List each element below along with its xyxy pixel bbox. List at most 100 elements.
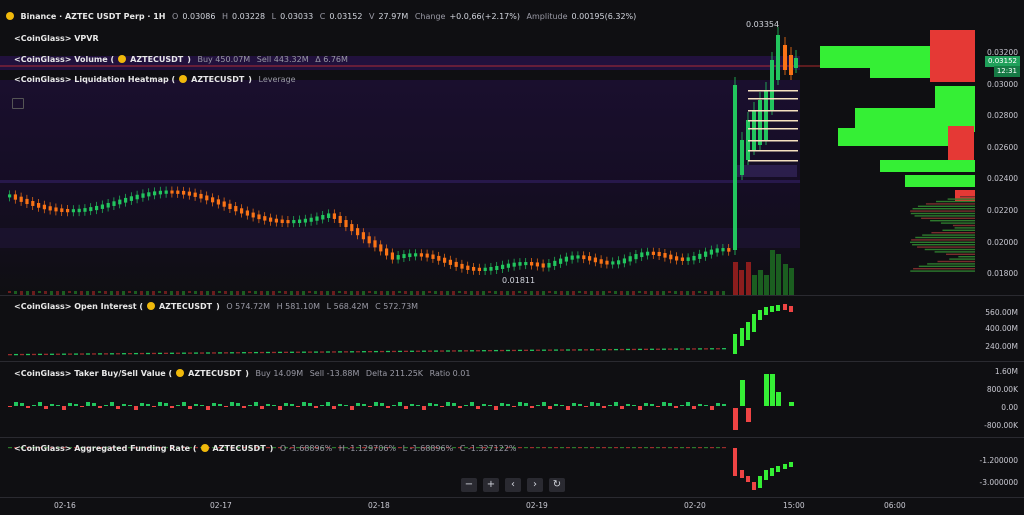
- taker-bar: [572, 403, 576, 406]
- candle: [356, 228, 360, 236]
- taker-bar: [128, 405, 132, 406]
- funding-bar: [680, 447, 684, 449]
- candle: [361, 232, 365, 240]
- oi-bar: [692, 348, 696, 350]
- candle: [390, 252, 394, 260]
- funding-bar: [692, 447, 696, 449]
- oi-bar: [212, 352, 216, 354]
- oi-bar: [500, 349, 504, 352]
- volume-bar: [739, 270, 744, 295]
- oi-bar: [362, 351, 366, 353]
- candle: [373, 240, 377, 248]
- taker-bar: [158, 402, 162, 406]
- taker-sell: Sell -13.88M: [309, 369, 360, 378]
- candle: [240, 208, 244, 214]
- reset-chart-button[interactable]: ↻: [549, 478, 565, 492]
- price-chart[interactable]: [0, 0, 1024, 295]
- taker-bar: [230, 402, 234, 406]
- taker-bar: [116, 406, 120, 409]
- candle: [437, 255, 441, 261]
- volume-bar: [764, 275, 769, 295]
- zoom-in-button[interactable]: +: [483, 478, 499, 492]
- volume-bar: [74, 291, 77, 294]
- funding-indicator-label[interactable]: <CoinGlass> Aggregated Funding Rate (AZT…: [14, 444, 521, 454]
- taker-bar: [62, 406, 66, 410]
- volume-bar: [638, 291, 641, 293]
- oi-bar: [608, 349, 612, 351]
- taker-axis-tick: 1.60M: [994, 367, 1018, 376]
- volume-bar: [158, 291, 161, 293]
- liquidation-line: [748, 150, 798, 152]
- funding-bar: [548, 447, 552, 449]
- volume-bar: [308, 291, 311, 293]
- liquidation-line: [748, 98, 798, 100]
- oi-bar: [254, 351, 258, 354]
- taker-bar: [698, 404, 702, 406]
- vpvr-bar: [946, 253, 975, 255]
- candle: [95, 205, 99, 211]
- oi-bar: [98, 353, 102, 355]
- oi-bar: [584, 349, 588, 351]
- taker-bar: [500, 403, 504, 406]
- vpvr-bar: [960, 196, 975, 198]
- oi-bar: [296, 351, 300, 353]
- oi-bar: [386, 350, 390, 353]
- vpvr-bar: [936, 200, 975, 203]
- taker-bar: [644, 403, 648, 406]
- volume-bar: [752, 275, 757, 295]
- taker-indicator-label[interactable]: <CoinGlass> Taker Buy/Sell Value (AZTECU…: [14, 369, 475, 379]
- oi-bar: [320, 351, 324, 353]
- vpvr-bar: [937, 260, 975, 263]
- taker-bar: [524, 403, 528, 406]
- oi-bar: [542, 349, 546, 351]
- taker-bar: [284, 403, 288, 406]
- scroll-right-button[interactable]: ›: [527, 478, 543, 492]
- taker-bar: [722, 404, 726, 406]
- zoom-out-button[interactable]: −: [461, 478, 477, 492]
- volume-indicator-label[interactable]: <CoinGlass> Volume (AZTECUSDT) Buy 450.0…: [14, 55, 352, 65]
- volume-label: V: [368, 12, 375, 21]
- taker-bar: [134, 406, 138, 410]
- oi-bar: [338, 351, 342, 353]
- candle: [71, 209, 75, 213]
- taker-bar: [56, 405, 60, 406]
- funding-bar: [783, 464, 787, 469]
- taker-bar: [620, 406, 624, 409]
- taker-bar: [488, 405, 492, 406]
- candle: [675, 256, 679, 261]
- volume-bar: [733, 262, 738, 295]
- scroll-left-button[interactable]: ‹: [505, 478, 521, 492]
- oi-bar: [733, 334, 737, 354]
- last-price: 0.03152: [988, 57, 1017, 65]
- taker-bar: [278, 406, 282, 410]
- candle: [286, 220, 290, 224]
- collapse-button[interactable]: [12, 92, 24, 111]
- funding-bar: [530, 447, 534, 449]
- volume-bar: [668, 291, 671, 293]
- high-value: 0.03228: [232, 12, 266, 21]
- candle: [794, 58, 798, 68]
- taker-bar: [344, 405, 348, 406]
- candle: [651, 251, 655, 255]
- oi-bar: [32, 353, 36, 356]
- oi-bar: [242, 352, 246, 354]
- oi-bar: [560, 349, 564, 351]
- funding-bar: [524, 447, 528, 449]
- vpvr-bar: [927, 263, 975, 265]
- heatmap-leverage: Leverage: [258, 75, 296, 84]
- oi-bar: [428, 350, 432, 352]
- oi-bar: [158, 352, 162, 355]
- taker-bar: [236, 403, 240, 406]
- oi-bar: [266, 351, 270, 354]
- oi-symbol: AZTECUSDT: [158, 302, 213, 311]
- taker-bar: [428, 403, 432, 406]
- oi-bar: [440, 350, 444, 352]
- candle: [42, 204, 46, 210]
- candle: [182, 190, 186, 195]
- vpvr-label[interactable]: <CoinGlass> VPVR: [14, 34, 99, 44]
- oi-indicator-label[interactable]: <CoinGlass> Open Interest (AZTECUSDT) O …: [14, 302, 422, 312]
- heatmap-indicator-label[interactable]: <CoinGlass> Liquidation Heatmap (AZTECUS…: [14, 75, 300, 85]
- candle: [385, 248, 389, 256]
- candle: [559, 258, 563, 264]
- candle: [634, 254, 638, 260]
